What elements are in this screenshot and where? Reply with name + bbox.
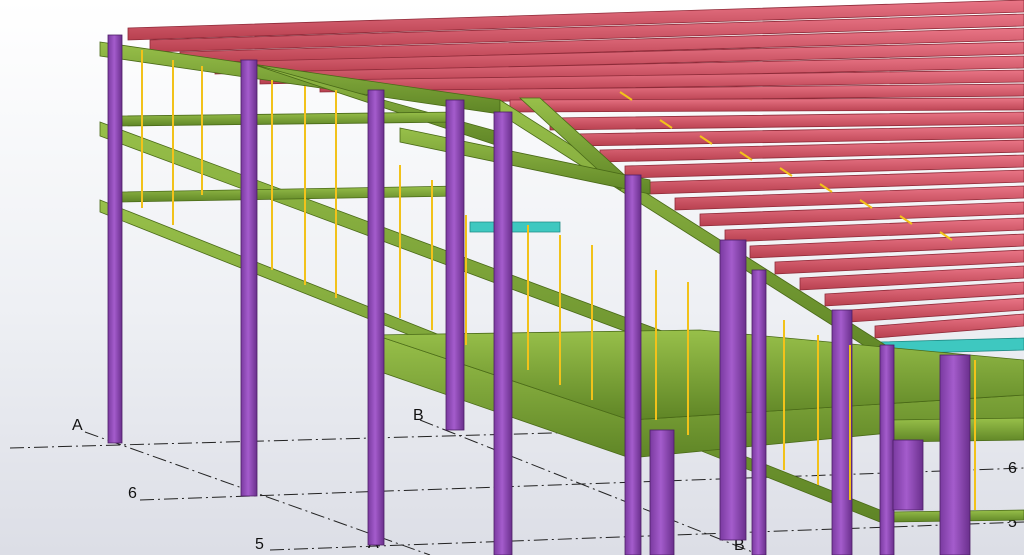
- column-mid: [493, 111, 513, 556]
- column-b5-back: [751, 269, 767, 556]
- cyan-brace-member: [469, 221, 561, 233]
- grid-label-b-mid: B: [413, 407, 424, 424]
- purlin: [509, 97, 1024, 113]
- grid-label-6-left: 6: [128, 485, 137, 502]
- column-6: [240, 59, 258, 497]
- column-b-back: [445, 99, 465, 431]
- column-right-front: [879, 344, 895, 556]
- grid-label-a-left: A: [72, 417, 83, 434]
- steel-structure-model[interactable]: A A B B 6 6 5 5 7: [0, 0, 1024, 556]
- girt-back-upper: [119, 111, 461, 127]
- column-a6-left: [107, 34, 123, 444]
- column-far-right: [939, 354, 971, 556]
- grid-label-5-left: 5: [255, 536, 264, 553]
- column-lower-stub: [649, 429, 675, 556]
- grid-label-6-right: 6: [1008, 460, 1017, 477]
- mezzanine-floor: [374, 329, 1024, 523]
- column-b5: [719, 239, 747, 541]
- column-b6: [624, 174, 642, 556]
- column-a5: [367, 89, 385, 546]
- column-right-base: [892, 439, 924, 511]
- model-viewport[interactable]: A A B B 6 6 5 5 7: [0, 0, 1024, 556]
